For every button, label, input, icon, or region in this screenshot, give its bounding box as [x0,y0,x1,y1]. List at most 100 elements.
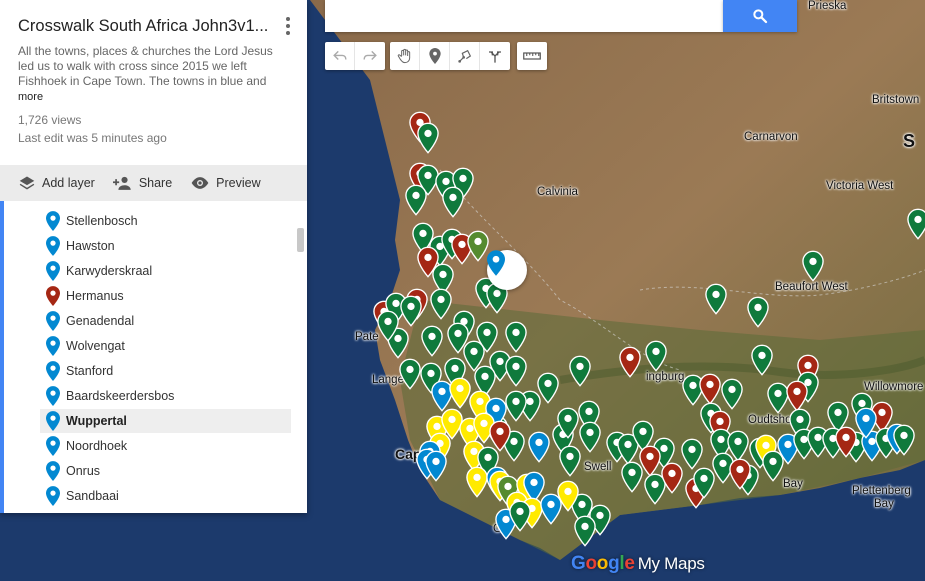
undo-icon [332,50,347,60]
map-pin[interactable] [417,122,439,154]
map-pin-icon [417,122,439,154]
map-pin-icon [569,355,591,387]
preview-button[interactable]: Preview [190,176,261,190]
layer-item[interactable]: Onrus [40,459,291,483]
eye-icon [191,177,209,189]
map-side-panel: Crosswalk South Africa John3v1... All th… [0,0,307,513]
map-pin[interactable] [557,480,579,512]
map-tools-group [390,42,510,70]
map-pin[interactable] [449,377,471,409]
map-pin-icon [509,500,531,532]
map-pin[interactable] [661,462,683,494]
preview-label: Preview [216,176,261,190]
layer-item-label: Wuppertal [66,414,127,428]
map-pin[interactable] [705,283,727,315]
map-pin[interactable] [430,288,452,320]
map-pin[interactable] [559,445,581,477]
marker-icon [46,211,60,231]
layer-item[interactable]: Stanford [40,359,291,383]
map-pin[interactable] [421,325,443,357]
map-pin[interactable] [399,358,421,390]
map-pin[interactable] [505,355,527,387]
search-input[interactable] [325,0,723,32]
map-pin[interactable] [907,208,925,240]
map-pin[interactable] [699,373,721,405]
measure-tool[interactable] [517,42,547,70]
hand-icon [397,48,410,64]
map-pin-icon [467,230,489,262]
map-pin[interactable] [528,431,550,463]
draw-line-tool[interactable] [450,42,480,70]
marker-icon [46,461,60,481]
map-pin-icon [505,390,527,422]
map-pin-icon [377,310,399,342]
layer-item[interactable]: Noordhoek [40,434,291,458]
map-pin[interactable] [425,450,447,482]
layer-item[interactable]: Baardskeerdersbos [40,384,291,408]
map-pin[interactable] [751,344,773,376]
layer-item[interactable]: Genadendal [40,309,291,333]
map-pin[interactable] [505,390,527,422]
map-pin[interactable] [762,450,784,482]
layer-item[interactable]: Sandbaai [40,484,291,508]
map-pin[interactable] [619,346,641,378]
layer-item[interactable]: Hawston [40,234,291,258]
map-pin-icon [400,295,422,327]
map-pin[interactable] [729,458,751,490]
map-pin[interactable] [645,340,667,372]
add-marker-tool[interactable] [420,42,450,70]
map-pin[interactable] [855,407,877,439]
directions-tool[interactable] [480,42,510,70]
map-pin[interactable] [681,438,703,470]
map-pin[interactable] [537,372,559,404]
map-pin-icon [681,438,703,470]
map-pin[interactable] [569,355,591,387]
layer-item[interactable]: Wolvengat [40,334,291,358]
undo-button[interactable] [325,42,355,70]
map-pin[interactable] [466,466,488,498]
layers-icon [19,176,35,190]
map-pin[interactable] [442,186,464,218]
map-pin-icon [466,466,488,498]
redo-button[interactable] [355,42,385,70]
map-pin[interactable] [621,461,643,493]
map-pin[interactable] [579,421,601,453]
map-pin[interactable] [400,295,422,327]
map-pin[interactable] [405,184,427,216]
map-pin[interactable] [835,426,857,458]
layer-item[interactable]: Hermanus [40,284,291,308]
map-pin[interactable] [509,500,531,532]
marker-icon [46,486,60,506]
map-pin[interactable] [721,378,743,410]
map-pin[interactable] [893,424,915,456]
map-pin[interactable] [747,296,769,328]
map-pin-icon [721,378,743,410]
layer-item[interactable]: Karwyderskraal [40,259,291,283]
share-button[interactable]: Share [112,175,172,191]
map-pin[interactable] [557,407,579,439]
view-count: 1,726 views [18,113,82,127]
place-paternoster: Pate [355,331,379,343]
search-button[interactable] [723,0,797,32]
more-vert-icon[interactable] [280,15,296,37]
selected-marker-icon [487,250,505,276]
map-pin-icon [621,461,643,493]
pan-tool[interactable] [390,42,420,70]
place-britstown: Britstown [872,94,920,106]
map-pin[interactable] [467,230,489,262]
layer-item[interactable]: Stellenbosch [40,209,291,233]
add-layer-button[interactable]: Add layer [18,175,95,191]
map-pin-icon [893,424,915,456]
selected-marker[interactable] [487,250,527,290]
map-pin[interactable] [574,515,596,547]
map-pin[interactable] [377,310,399,342]
map-pin[interactable] [505,321,527,353]
map-pin[interactable] [802,250,824,282]
layer-item[interactable]: Wuppertal [40,409,291,433]
directions-icon [489,51,501,63]
more-link[interactable]: more [18,91,43,103]
add-person-icon [112,176,131,190]
list-scrollbar[interactable] [297,228,304,252]
map-title[interactable]: Crosswalk South Africa John3v1... [18,17,280,36]
layer-item-label: Stellenbosch [66,214,138,228]
